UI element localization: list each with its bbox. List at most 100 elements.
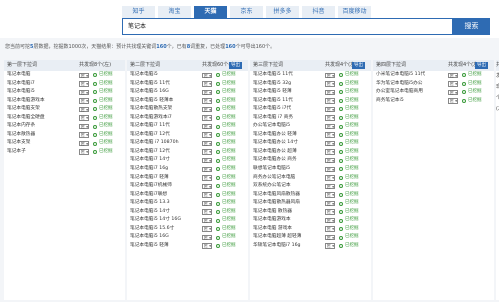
export-button[interactable]: 导出 — [475, 62, 488, 69]
dig-select[interactable]: 挖 — [325, 243, 335, 249]
dig-select[interactable]: 挖 — [202, 157, 212, 164]
keyword-text[interactable]: 笔记本电脑办公 14寸 — [253, 139, 298, 148]
keyword-text[interactable]: 笔记本电脑全硬盘 — [7, 114, 45, 123]
dig-select[interactable]: 挖 — [202, 166, 212, 173]
keyword-text[interactable]: 笔记本电脑超薄 超轻薄 — [253, 233, 301, 242]
tab-1[interactable]: 淘宝 — [158, 6, 191, 18]
dig-select[interactable]: 挖 — [202, 123, 212, 130]
keyword-text[interactable]: 笔记本电脑i7 12代 — [130, 148, 170, 157]
dig-select[interactable]: 挖 — [325, 140, 335, 147]
dig-select[interactable]: 挖 — [202, 226, 212, 232]
keyword-text[interactable]: 笔记本电脑游戏本 — [253, 216, 291, 225]
keyword-text[interactable]: 笔记本电脑i7联想 — [130, 191, 167, 200]
dig-select[interactable]: 挖 — [448, 98, 458, 104]
dig-select[interactable]: 挖 — [325, 217, 335, 224]
keyword-text[interactable]: 办公笔记本电脑i5 — [253, 122, 290, 131]
keyword-text[interactable]: 小米笔记本电脑i5 11代 — [376, 71, 425, 80]
keyword-text[interactable]: 办公室笔记本电脑商用 — [376, 88, 423, 97]
keyword-text[interactable]: 笔记本电脑i5 32g — [253, 80, 291, 89]
keyword-text[interactable]: 笔记本电脑 — [7, 71, 30, 80]
keyword-text[interactable]: 笔记本电脑i5 11代 — [253, 71, 293, 80]
dig-select[interactable]: 挖 — [202, 175, 212, 181]
keyword-text[interactable]: 笔记本电脑i7 14寸 — [130, 156, 170, 165]
dig-select[interactable]: 挖 — [202, 200, 212, 207]
dig-select[interactable]: 挖 — [202, 149, 212, 155]
dig-select[interactable]: 挖 — [448, 72, 458, 78]
dig-select[interactable]: 挖 — [202, 81, 212, 87]
keyword-text[interactable]: 双系统办公笔记本 — [253, 182, 291, 191]
dig-select[interactable]: 挖 — [79, 132, 89, 138]
keyword-text[interactable]: 笔记本电脑游戏本 — [7, 97, 45, 106]
keyword-text[interactable]: 笔记本散热器 — [7, 131, 35, 140]
keyword-text[interactable]: 笔记本电脑散热器风扇 — [253, 199, 300, 208]
dig-select[interactable]: 挖 — [202, 243, 212, 249]
dig-select[interactable]: 挖 — [79, 72, 89, 78]
dig-select[interactable]: 挖 — [325, 106, 335, 113]
dig-select[interactable]: 挖 — [202, 132, 212, 138]
keyword-text[interactable]: 笔记本电脑i7 11代 — [130, 122, 170, 131]
dig-select[interactable]: 挖 — [325, 132, 335, 138]
dig-select[interactable]: 挖 — [79, 149, 89, 155]
keyword-text[interactable]: 笔记本内存条 — [7, 122, 35, 131]
search-button[interactable]: 搜索 — [453, 18, 490, 35]
dig-select[interactable]: 挖 — [202, 234, 212, 241]
dig-select[interactable]: 挖 — [79, 89, 89, 96]
keyword-text[interactable]: 笔记本电脑风扇散热器 — [253, 191, 300, 200]
dig-select[interactable]: 挖 — [325, 209, 335, 215]
keyword-text[interactable]: 笔记本电脑i5 15.6寸 — [130, 225, 174, 234]
keyword-text[interactable]: 笔记本电脑i5 16G — [130, 233, 169, 242]
tab-3[interactable]: 京东 — [230, 6, 263, 18]
keyword-text[interactable]: 笔记本电脑i7 轻薄 — [130, 174, 169, 183]
dig-select[interactable]: 挖 — [202, 217, 212, 224]
dig-select[interactable]: 挖 — [202, 98, 212, 104]
keyword-text[interactable]: 笔记本电脑i7 12代 — [130, 131, 170, 140]
keyword-text[interactable]: 笔记本电脑i5 16G — [130, 88, 169, 97]
dig-select[interactable]: 挖 — [325, 149, 335, 155]
keyword-text[interactable]: 商务办公笔记本电脑 — [253, 174, 295, 183]
keyword-text[interactable]: 笔记本电脑i5 轻薄 — [253, 88, 292, 97]
keyword-text[interactable]: 笔记本电脑 散热器 — [253, 208, 292, 217]
keyword-text[interactable]: 笔记本电脑i5 14寸 — [130, 208, 170, 217]
tab-4[interactable]: 拼多多 — [266, 6, 299, 18]
keyword-text[interactable]: 笔记本电脑散热支架 — [130, 105, 172, 114]
keyword-text[interactable]: 笔记本支架 — [7, 139, 30, 148]
dig-select[interactable]: 挖 — [202, 115, 212, 121]
dig-select[interactable]: 挖 — [325, 226, 335, 232]
keyword-text[interactable]: 华硕笔记本电脑i7 16g — [253, 242, 301, 251]
keyword-text[interactable]: 商务笔记本i5 — [376, 97, 404, 106]
dig-select[interactable]: 挖 — [202, 183, 212, 190]
keyword-text[interactable]: 笔记本电脑办公 轻薄 — [253, 131, 297, 140]
dig-select[interactable]: 挖 — [79, 98, 89, 104]
keyword-text[interactable]: 笔记本电脑i7 — [7, 80, 35, 89]
keyword-text[interactable]: 笔记本电脑i5 轻薄 — [130, 242, 169, 251]
dig-select[interactable]: 挖 — [325, 89, 335, 96]
keyword-text[interactable]: 笔记本电脑i7机械师 — [130, 182, 172, 191]
keyword-text[interactable]: 华为笔记本电脑i5办公 — [376, 80, 422, 89]
dig-select[interactable]: 挖 — [79, 140, 89, 147]
keyword-text[interactable]: 笔记本电脑 游戏本 — [253, 225, 292, 234]
tab-5[interactable]: 抖音 — [302, 6, 335, 18]
dig-select[interactable]: 挖 — [325, 157, 335, 164]
keyword-text[interactable]: 笔记本电脑i5 14寸 16G — [130, 216, 181, 225]
keyword-text[interactable]: 笔记本电脑 i7 商务 — [253, 114, 293, 123]
dig-select[interactable]: 挖 — [325, 72, 335, 78]
keyword-text[interactable]: 笔记本电脑游戏本i7 — [130, 114, 172, 123]
dig-select[interactable]: 挖 — [202, 192, 212, 198]
export-button[interactable]: 导出 — [229, 62, 242, 69]
dig-select[interactable]: 挖 — [325, 234, 335, 241]
export-button[interactable]: 导出 — [352, 62, 365, 69]
dig-select[interactable]: 挖 — [202, 209, 212, 215]
dig-select[interactable]: 挖 — [202, 106, 212, 113]
dig-select[interactable]: 挖 — [448, 81, 458, 87]
dig-select[interactable]: 挖 — [79, 115, 89, 121]
dig-select[interactable]: 挖 — [202, 89, 212, 96]
dig-select[interactable]: 挖 — [79, 123, 89, 130]
dig-select[interactable]: 挖 — [325, 98, 335, 104]
dig-select[interactable]: 挖 — [202, 140, 212, 147]
dig-select[interactable]: 挖 — [79, 106, 89, 113]
keyword-text[interactable]: 笔记本电脑i5 — [7, 88, 35, 97]
keyword-text[interactable]: 联想笔记本电脑i5 — [253, 165, 290, 174]
dig-select[interactable]: 挖 — [448, 89, 458, 96]
keyword-text[interactable]: 笔记本电脑i7 16g — [130, 165, 168, 174]
tab-2[interactable]: 天猫 — [194, 6, 227, 18]
